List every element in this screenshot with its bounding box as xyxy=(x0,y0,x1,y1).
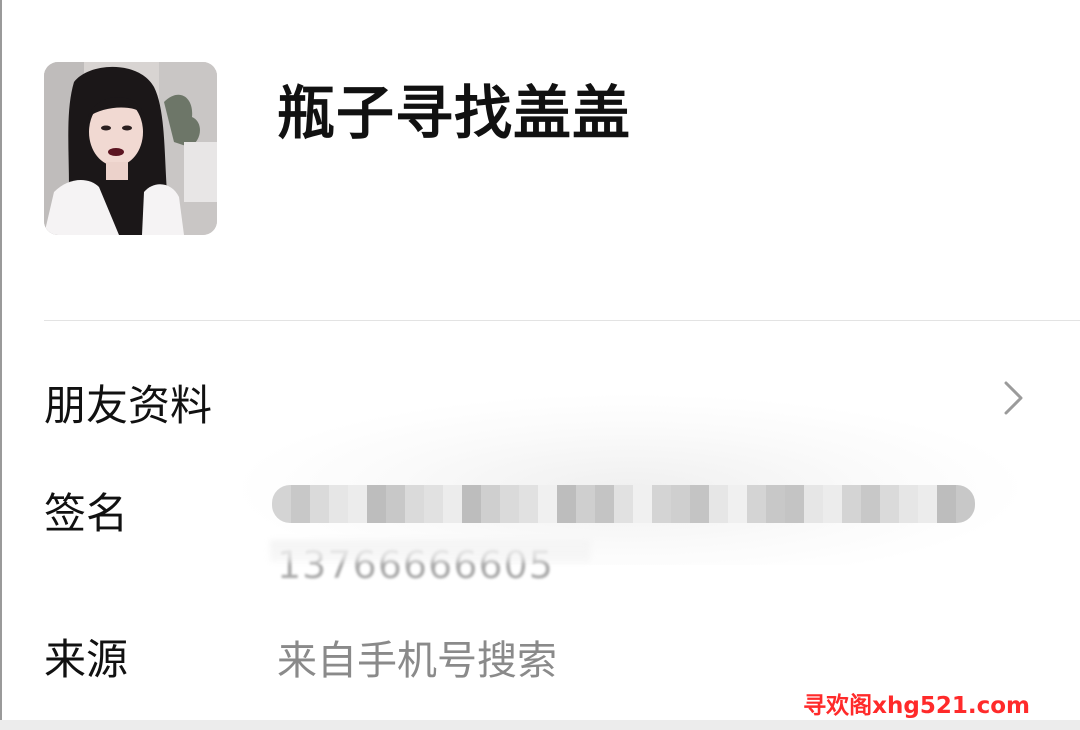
mosaic-cell xyxy=(538,485,557,523)
mosaic-cell xyxy=(766,485,785,523)
mosaic-cell xyxy=(348,485,367,523)
mosaic-cell xyxy=(557,485,576,523)
mosaic-cell xyxy=(329,485,348,523)
mosaic-cell xyxy=(899,485,918,523)
bottom-bar xyxy=(0,720,1080,730)
source-row: 来源 来自手机号搜索 xyxy=(0,620,1080,690)
mosaic-cell xyxy=(481,485,500,523)
signature-mosaic xyxy=(272,485,975,523)
header-divider xyxy=(44,320,1080,321)
mosaic-cell xyxy=(291,485,310,523)
mosaic-cell xyxy=(652,485,671,523)
mosaic-cell xyxy=(576,485,595,523)
signature-mask xyxy=(270,540,590,562)
mosaic-cell xyxy=(310,485,329,523)
mosaic-cell xyxy=(880,485,899,523)
mosaic-cell xyxy=(367,485,386,523)
mosaic-cell xyxy=(937,485,956,523)
friend-info-label: 朋友资料 xyxy=(44,381,213,430)
mosaic-cell xyxy=(709,485,728,523)
friend-profile-page: 瓶子寻找盖盖 朋友资料 签名 13766666605 来源 来自手机号搜索 寻欢… xyxy=(0,0,1080,730)
mosaic-cell xyxy=(614,485,633,523)
mosaic-cell xyxy=(519,485,538,523)
mosaic-cell xyxy=(785,485,804,523)
mosaic-cell xyxy=(386,485,405,523)
mosaic-cell xyxy=(861,485,880,523)
source-value: 来自手机号搜索 xyxy=(277,638,557,684)
signature-label: 签名 xyxy=(44,489,129,538)
mosaic-cell xyxy=(728,485,747,523)
watermark: 寻欢阁xhg521.com xyxy=(803,693,1030,719)
mosaic-cell xyxy=(500,485,519,523)
mosaic-cell xyxy=(804,485,823,523)
source-label: 来源 xyxy=(44,635,129,684)
mosaic-cell xyxy=(595,485,614,523)
mosaic-cell xyxy=(823,485,842,523)
mosaic-cell xyxy=(633,485,652,523)
mosaic-cell xyxy=(842,485,861,523)
mosaic-cell xyxy=(443,485,462,523)
mosaic-cell xyxy=(690,485,709,523)
mosaic-cell xyxy=(918,485,937,523)
mosaic-cell xyxy=(747,485,766,523)
mosaic-cell xyxy=(671,485,690,523)
mosaic-cell xyxy=(462,485,481,523)
avatar-photo-icon xyxy=(44,62,217,235)
mosaic-cell xyxy=(424,485,443,523)
mosaic-cell xyxy=(405,485,424,523)
avatar[interactable] xyxy=(44,62,217,235)
profile-name: 瓶子寻找盖盖 xyxy=(277,79,632,147)
